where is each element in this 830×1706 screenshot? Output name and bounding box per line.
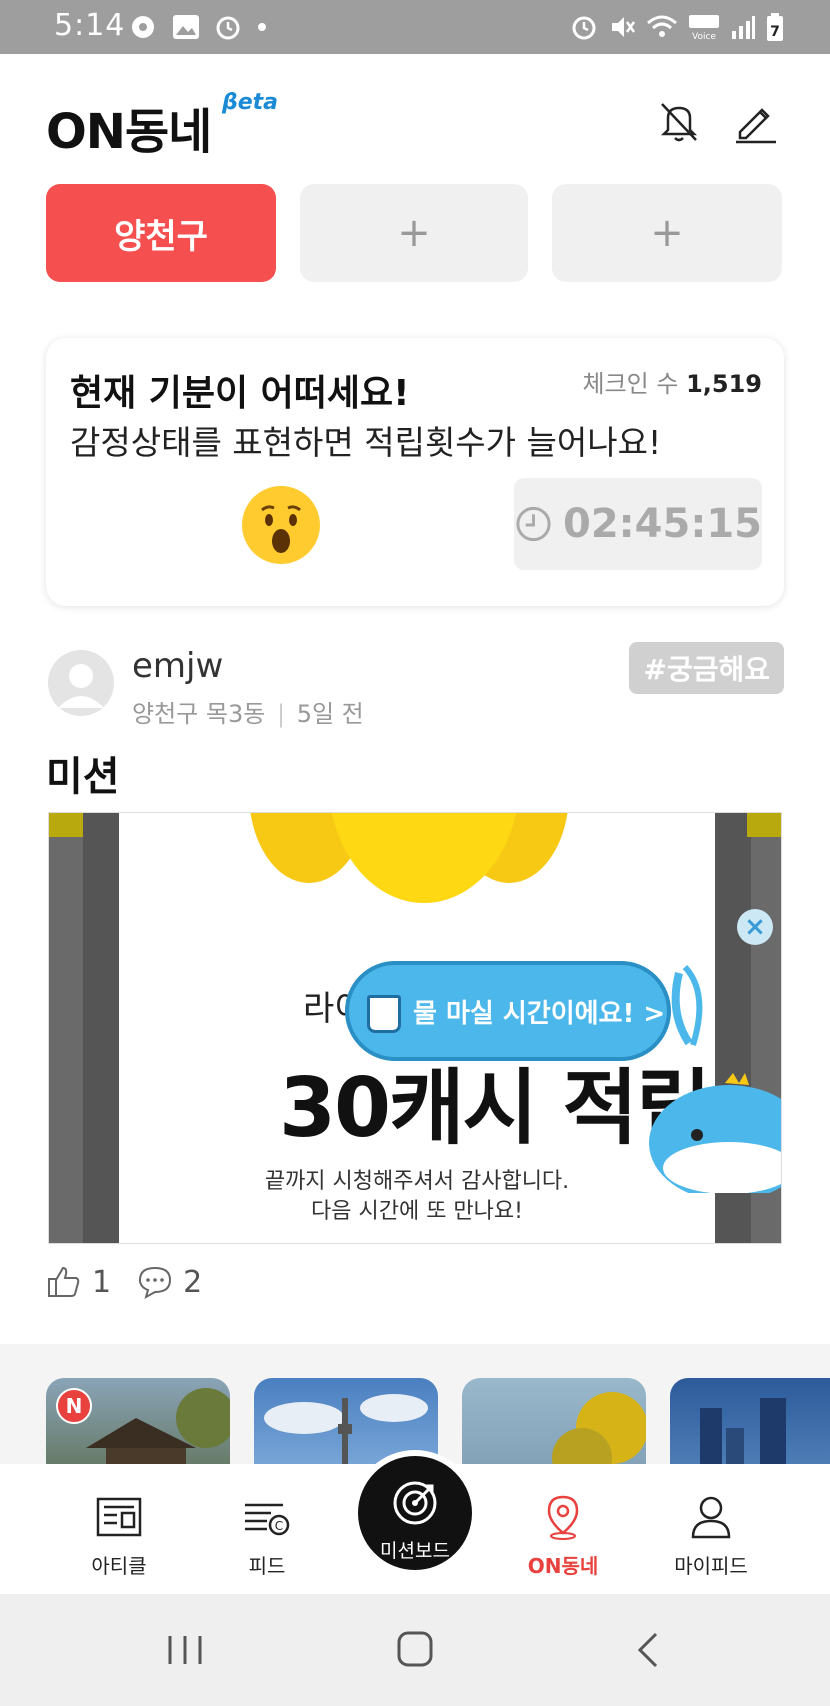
back-icon[interactable] [624, 1628, 674, 1672]
status-bar: 5:14 Voice 7 [0, 0, 830, 54]
mute-icon [612, 17, 636, 37]
avatar[interactable] [48, 650, 114, 716]
mission-board-button[interactable]: 미션보드 [352, 1450, 478, 1576]
checkin-label: 체크인 수 [582, 370, 679, 398]
post-username[interactable]: emjw [132, 646, 223, 686]
close-icon[interactable]: × [737, 909, 773, 945]
page-title: ON동네 [46, 104, 212, 160]
comment-button[interactable]: 2 [137, 1264, 202, 1300]
image-footer-2: 다음 시간에 또 만나요! [311, 1199, 523, 1224]
comment-count: 2 [183, 1264, 203, 1300]
surprised-face-icon[interactable] [242, 486, 320, 564]
nav-feed[interactable]: C 피드 [202, 1464, 332, 1594]
article-icon [96, 1497, 142, 1537]
region-tab-yangcheon[interactable]: 양천구 [46, 184, 276, 282]
nav-label: 미션보드 [380, 1540, 450, 1562]
add-region-button[interactable]: + [300, 184, 528, 282]
thumbs-up-icon [48, 1266, 80, 1297]
svg-text:7: 7 [770, 24, 780, 40]
cup-icon [367, 995, 401, 1033]
beta-badge: βeta [222, 90, 279, 115]
post-reactions: 1 2 [46, 1264, 202, 1300]
edit-icon[interactable] [730, 96, 780, 146]
timer: 02:45:15 [514, 478, 762, 570]
alarm-icon [572, 16, 596, 40]
post-image[interactable]: 라이브 30캐시 적립 끝까지 시청해주셔서 감사합니다. 다음 시간에 또 만… [48, 812, 782, 1244]
dot-icon [258, 23, 266, 31]
gear-icon [132, 16, 154, 38]
feed-icon: C [245, 1503, 290, 1536]
mood-subtitle: 감정상태를 표현하면 적립횟수가 늘어나요! [70, 423, 662, 462]
comment-icon [139, 1266, 172, 1300]
post-tag[interactable]: #궁금해요 [629, 642, 784, 694]
add-region-button[interactable]: + [552, 184, 782, 282]
nav-label: 아티클 [91, 1554, 147, 1578]
checkin-count: 체크인 수 1,519 [582, 364, 762, 399]
like-count: 1 [92, 1264, 112, 1300]
mood-checkin-card[interactable]: 현재 기분이 어떠세요! 체크인 수 1,519 감정상태를 표현하면 적립횟수… [46, 338, 784, 606]
nav-label: 피드 [248, 1554, 286, 1578]
post-meta: 양천구 목3동 | 5일 전 [132, 700, 364, 728]
hd-voice-icon: Voice [689, 15, 719, 41]
target-icon [393, 1481, 437, 1525]
battery-icon: 7 [767, 13, 783, 41]
svg-text:C: C [275, 1519, 283, 1533]
recent-apps-icon[interactable] [160, 1628, 210, 1672]
nav-label: ON동네 [527, 1554, 599, 1578]
like-button[interactable]: 1 [46, 1264, 111, 1300]
bubble-text: 물 마실 시간이에요! > [413, 998, 666, 1029]
nav-article[interactable]: 아티클 [54, 1464, 184, 1594]
image-footer-1: 끝까지 시청해주셔서 감사합니다. [264, 1169, 570, 1194]
post-time: 5일 전 [296, 700, 364, 728]
system-nav-bar [0, 1594, 830, 1706]
signal-icon [732, 16, 755, 39]
post-location: 양천구 목3동 [132, 700, 266, 728]
home-icon[interactable] [390, 1628, 440, 1672]
bell-off-icon[interactable] [654, 96, 704, 146]
checkin-value: 1,519 [686, 370, 762, 398]
whale-icon [649, 964, 781, 1193]
wifi-icon [647, 15, 677, 37]
person-icon [691, 1496, 731, 1539]
drink-water-bubble[interactable]: 물 마실 시간이에요! > [345, 961, 671, 1061]
nav-label: 마이피드 [674, 1554, 748, 1578]
post-title: 미션 [46, 754, 120, 800]
mood-title: 현재 기분이 어떠세요! [70, 373, 410, 414]
nav-my-feed[interactable]: 마이피드 [646, 1464, 776, 1594]
status-time: 5:14 [54, 8, 126, 43]
location-pin-icon [547, 1495, 579, 1540]
image-icon [173, 15, 199, 39]
alarm-icon [216, 16, 240, 40]
nav-on-dongne[interactable]: ON동네 [498, 1464, 628, 1594]
new-badge: N [56, 1388, 92, 1424]
timer-value: 02:45:15 [563, 501, 762, 547]
clock-icon [516, 506, 551, 542]
svg-text:Voice: Voice [692, 32, 716, 41]
